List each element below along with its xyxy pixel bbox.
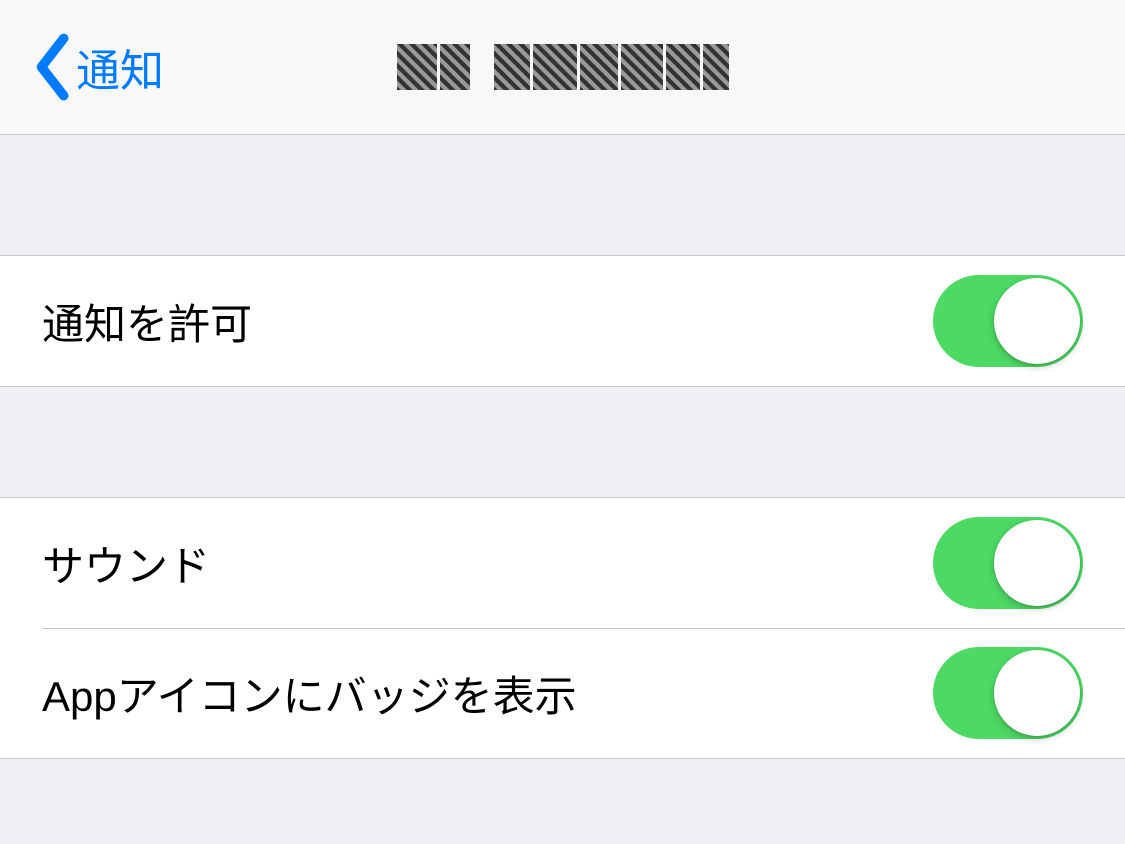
back-button[interactable]: 通知 <box>30 32 164 102</box>
settings-group-allow: 通知を許可 <box>0 255 1125 387</box>
row-allow-notifications: 通知を許可 <box>0 256 1125 386</box>
settings-group-options: サウンド Appアイコンにバッジを表示 <box>0 497 1125 759</box>
toggle-knob <box>994 650 1080 736</box>
row-label-allow: 通知を許可 <box>42 291 252 352</box>
toggle-knob <box>994 278 1080 364</box>
toggle-knob <box>994 520 1080 606</box>
row-label-badge: Appアイコンにバッジを表示 <box>42 663 577 724</box>
chevron-left-icon <box>30 32 72 102</box>
section-spacer <box>0 135 1125 255</box>
title-obscured <box>397 44 729 90</box>
navbar: 通知 <box>0 0 1125 135</box>
row-sounds: サウンド <box>0 498 1125 628</box>
navbar-title <box>397 44 729 90</box>
section-spacer <box>0 387 1125 497</box>
toggle-allow-notifications[interactable] <box>933 275 1083 367</box>
toggle-badge[interactable] <box>933 647 1083 739</box>
row-badge: Appアイコンにバッジを表示 <box>0 628 1125 758</box>
section-spacer <box>0 759 1125 819</box>
row-label-sounds: サウンド <box>42 533 210 594</box>
back-label: 通知 <box>76 35 164 99</box>
toggle-sounds[interactable] <box>933 517 1083 609</box>
